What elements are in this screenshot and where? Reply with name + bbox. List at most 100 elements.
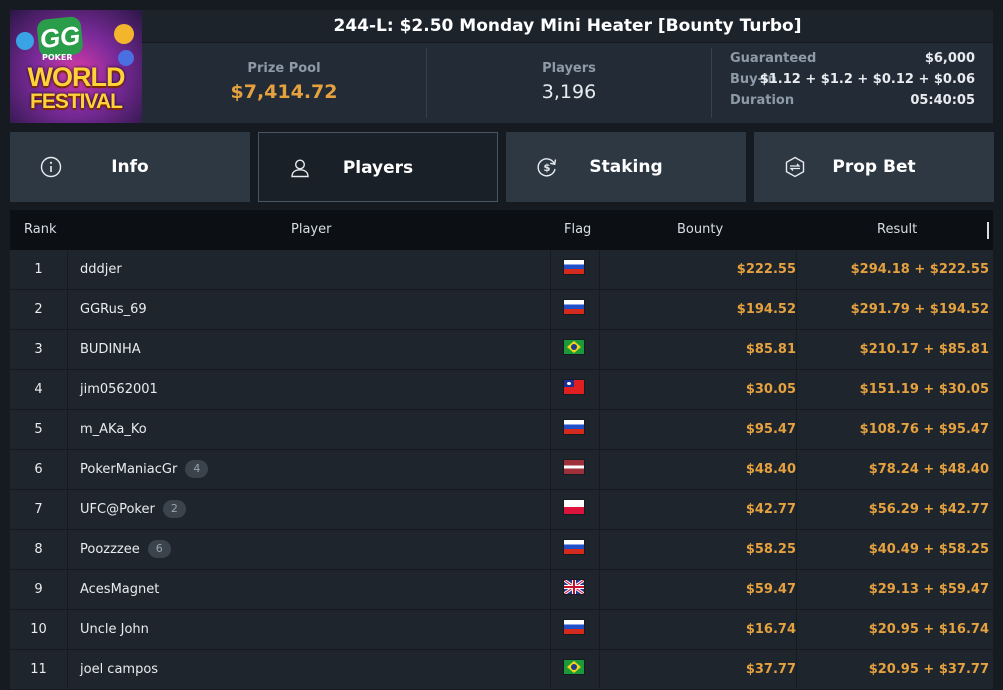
table-row[interactable]: 3 BUDINHA $85.81 $210.17 + $85.81	[10, 330, 993, 370]
column-divider	[796, 370, 797, 409]
table-row[interactable]: 6 PokerManiacGr 4 $48.40 $78.24 + $48.40	[10, 450, 993, 490]
rank-cell: 2	[34, 302, 43, 317]
player-name-cell[interactable]: UFC@Poker 2	[80, 490, 186, 529]
country-flag-icon	[564, 300, 584, 314]
bounty-cell: $48.40	[745, 462, 796, 477]
player-name-cell[interactable]: Uncle John	[80, 610, 149, 649]
player-name-cell[interactable]: PokerManiacGr 4	[80, 450, 209, 489]
player-name[interactable]: BUDINHA	[80, 342, 141, 357]
player-name-cell[interactable]: jim0562001	[80, 370, 158, 409]
player-name[interactable]: UFC@Poker	[80, 502, 155, 517]
header-rank: Rank	[24, 222, 57, 237]
tab-players[interactable]: Players	[258, 132, 498, 202]
tab-players-label: Players	[342, 158, 414, 178]
player-name-cell[interactable]: joel campos	[80, 650, 158, 689]
column-divider	[599, 490, 600, 529]
header-flag: Flag	[564, 222, 592, 237]
tournament-details: Guaranteed $6,000 Buy-in $1.12 + $1.2 + …	[730, 51, 975, 114]
rank-cell: 5	[34, 422, 43, 437]
column-divider	[67, 370, 68, 409]
bounty-cell: $30.05	[745, 382, 796, 397]
table-row[interactable]: 11 joel campos $37.77 $20.95 + $37.77	[10, 650, 993, 690]
column-divider	[599, 610, 600, 649]
rank-cell: 11	[30, 662, 47, 677]
prize-pool-stat: Prize Pool $7,414.72	[142, 43, 426, 123]
column-divider	[796, 570, 797, 609]
column-divider	[67, 650, 68, 689]
tab-staking[interactable]: $ Staking	[506, 132, 746, 202]
bounty-cell: $59.47	[745, 582, 796, 597]
entries-count-badge: 2	[162, 499, 186, 518]
column-divider	[796, 530, 797, 569]
player-name-cell[interactable]: BUDINHA	[80, 330, 141, 369]
table-row[interactable]: 9 AcesMagnet $59.47 $29.13 + $59.47	[10, 570, 993, 610]
tab-info[interactable]: Info	[10, 132, 250, 202]
logo-poker-text: POKER	[42, 53, 73, 62]
country-flag-icon	[564, 660, 584, 674]
country-flag-icon	[564, 500, 584, 514]
country-flag-icon	[564, 380, 584, 394]
guaranteed-label: Guaranteed	[730, 51, 817, 66]
players-table: Rank Player Flag Bounty Result 1 dddjer $2…	[10, 210, 993, 690]
buyin-value: $1.12 + $1.2 + $0.12 + $0.06	[759, 72, 975, 87]
country-flag-icon	[564, 540, 584, 554]
player-name-cell[interactable]: dddjer	[80, 250, 122, 289]
rank-cell: 8	[34, 542, 43, 557]
player-name-cell[interactable]: GGRus_69	[80, 290, 147, 329]
column-divider	[67, 290, 68, 329]
table-row[interactable]: 1 dddjer $222.55 $294.18 + $222.55	[10, 250, 993, 290]
country-flag-icon	[564, 580, 584, 594]
tab-bar: Info Players $ Staking Prop Bet	[10, 132, 994, 202]
table-row[interactable]: 10 Uncle John $16.74 $20.95 + $16.74	[10, 610, 993, 650]
player-name[interactable]: AcesMagnet	[80, 582, 159, 597]
rank-cell: 9	[34, 582, 43, 597]
result-cell: $78.24 + $48.40	[868, 462, 989, 477]
player-name[interactable]: dddjer	[80, 262, 122, 277]
prize-pool-value: $7,414.72	[230, 81, 338, 103]
entries-count-badge: 6	[147, 539, 171, 558]
result-cell: $151.19 + $30.05	[859, 382, 989, 397]
table-row[interactable]: 4 jim0562001 $30.05 $151.19 + $30.05	[10, 370, 993, 410]
player-name[interactable]: PokerManiacGr	[80, 462, 177, 477]
column-divider	[67, 450, 68, 489]
player-name[interactable]: joel campos	[80, 662, 158, 677]
column-divider	[550, 490, 551, 529]
column-divider	[550, 410, 551, 449]
logo-world-text: WORLD	[27, 62, 126, 92]
column-divider	[550, 530, 551, 569]
bounty-cell: $42.77	[745, 502, 796, 517]
table-row[interactable]: 2 GGRus_69 $194.52 $291.79 + $194.52	[10, 290, 993, 330]
column-divider	[796, 250, 797, 289]
country-flag-icon	[564, 340, 584, 354]
column-divider	[599, 530, 600, 569]
player-name-cell[interactable]: m_AKa_Ko	[80, 410, 147, 449]
column-resize-handle[interactable]	[987, 222, 989, 239]
divider	[711, 48, 712, 118]
prize-pool-label: Prize Pool	[247, 61, 321, 76]
ggpoker-world-festival-logo: GG POKER WORLD FESTIVAL	[10, 10, 142, 123]
column-divider	[599, 250, 600, 289]
header-bounty: Bounty	[677, 222, 724, 237]
tab-prop-bet[interactable]: Prop Bet	[754, 132, 994, 202]
rank-cell: 7	[34, 502, 43, 517]
table-row[interactable]: 8 Poozzzee 6 $58.25 $40.49 + $58.25	[10, 530, 993, 570]
table-row[interactable]: 7 UFC@Poker 2 $42.77 $56.29 + $42.77	[10, 490, 993, 530]
player-name[interactable]: Poozzzee	[80, 542, 140, 557]
column-divider	[550, 570, 551, 609]
bounty-cell: $85.81	[745, 342, 796, 357]
player-name-cell[interactable]: AcesMagnet	[80, 570, 159, 609]
rank-cell: 3	[34, 342, 43, 357]
column-divider	[599, 570, 600, 609]
player-name[interactable]: Uncle John	[80, 622, 149, 637]
player-name[interactable]: m_AKa_Ko	[80, 422, 147, 437]
player-name[interactable]: GGRus_69	[80, 302, 147, 317]
guaranteed-row: Guaranteed $6,000	[730, 51, 975, 72]
rank-cell: 1	[34, 262, 43, 277]
guaranteed-value: $6,000	[924, 51, 975, 66]
table-row[interactable]: 5 m_AKa_Ko $95.47 $108.76 + $95.47	[10, 410, 993, 450]
result-cell: $20.95 + $37.77	[868, 662, 989, 677]
player-name[interactable]: jim0562001	[80, 382, 158, 397]
column-divider	[599, 650, 600, 689]
column-divider	[796, 290, 797, 329]
player-name-cell[interactable]: Poozzzee 6	[80, 530, 171, 569]
